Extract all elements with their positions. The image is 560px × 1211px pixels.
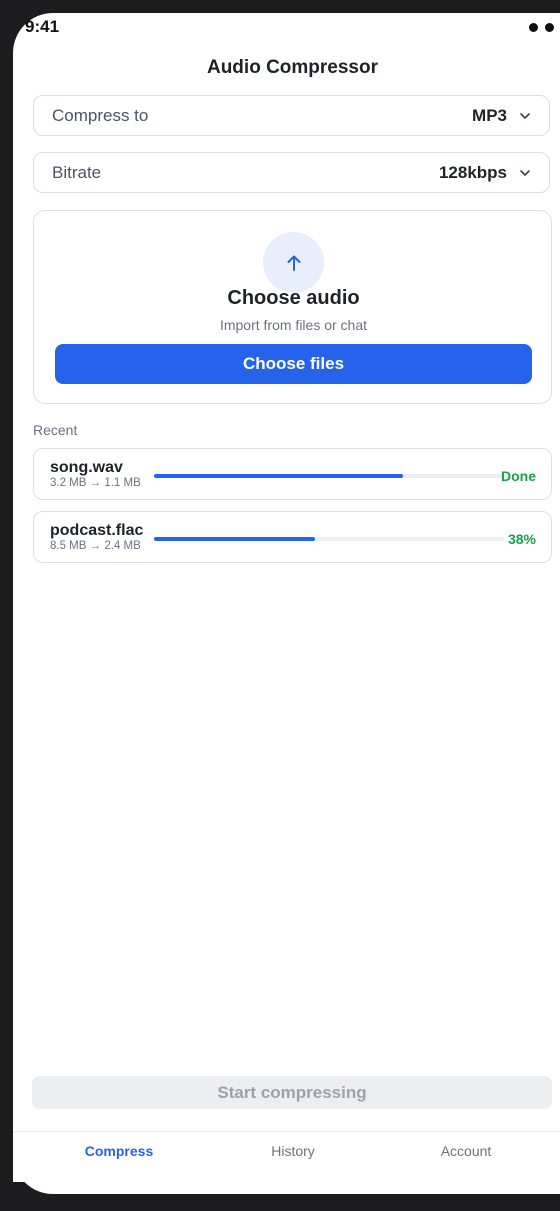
file-name: song.wav [50, 459, 123, 476]
tab-compress[interactable]: Compress [85, 1143, 153, 1159]
status-badge: 38% [507, 531, 536, 547]
progress-fill [154, 474, 403, 478]
recent-heading: Recent [33, 422, 78, 438]
bitrate-select-value: 128kbps [438, 162, 507, 182]
upload-card: Choose audio Import from files or chat C… [33, 210, 552, 404]
format-select[interactable]: Compress to MP3 [33, 95, 550, 136]
file-sizes: 8.5 MB → 2.4 MB [50, 540, 141, 552]
progress-bar [154, 474, 504, 478]
upload-title: Choose audio [227, 287, 360, 309]
status-badge: Done [501, 468, 536, 484]
arrow-up-icon [287, 255, 300, 271]
progress-fill [154, 537, 315, 541]
chevron-down-icon [520, 169, 530, 176]
page-title: Audio Compressor [206, 57, 379, 78]
list-item[interactable]: podcast.flac 8.5 MB → 2.4 MB 38% [33, 511, 552, 563]
choose-files-button[interactable]: Choose files [55, 344, 532, 384]
status-indicators [529, 23, 554, 32]
bitrate-select[interactable]: Bitrate 128kbps [33, 152, 550, 193]
format-select-label: Compress to [52, 105, 149, 125]
bitrate-select-label: Bitrate [52, 162, 102, 182]
tab-account[interactable]: Account [441, 1143, 492, 1159]
upload-icon-circle[interactable] [263, 232, 324, 293]
tab-bar: Compress History Account [13, 1131, 560, 1182]
list-item[interactable]: song.wav 3.2 MB → 1.1 MB Done [33, 448, 552, 500]
upload-subtitle: Import from files or chat [219, 317, 368, 333]
file-sizes: 3.2 MB → 1.1 MB [50, 477, 141, 489]
status-time: 9:41 [25, 17, 60, 36]
file-name: podcast.flac [50, 522, 144, 539]
start-compressing-button[interactable]: Start compressing [32, 1076, 552, 1109]
chevron-down-icon [520, 112, 530, 119]
format-select-value: MP3 [472, 105, 507, 125]
tab-history[interactable]: History [271, 1143, 315, 1159]
progress-bar [154, 537, 504, 541]
